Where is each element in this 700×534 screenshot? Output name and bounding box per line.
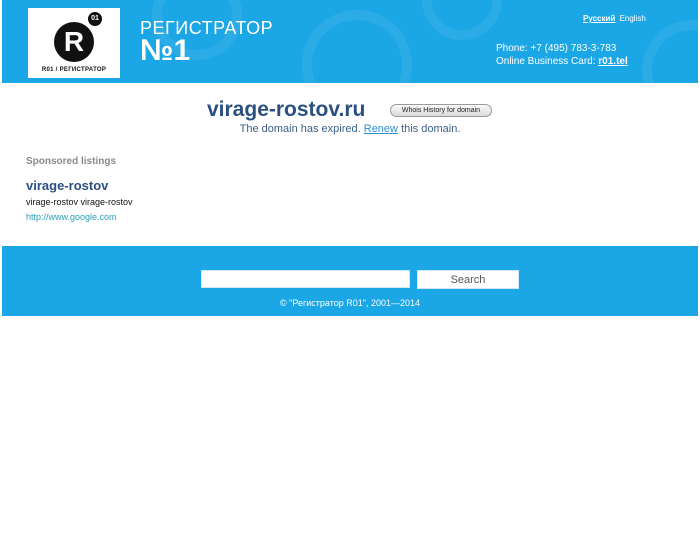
listing-description: virage-rostov virage-rostov	[26, 197, 133, 207]
expired-suffix: this domain.	[401, 123, 461, 135]
business-card-row: Online Business Card: r01.tel	[496, 55, 628, 68]
renew-link[interactable]: Renew	[364, 123, 398, 135]
expired-notice: The domain has expired. Renew this domai…	[0, 123, 700, 135]
brand-number: №1	[140, 34, 191, 67]
phone-number: Phone: +7 (495) 783-3-783	[496, 43, 617, 54]
decorative-circle	[642, 20, 698, 83]
logo-caption: R01 / РЕГИСТРАТОР	[41, 67, 107, 73]
lang-english-link[interactable]: English	[620, 14, 646, 23]
contact-info: Phone: +7 (495) 783-3-783 Online Busines…	[496, 42, 628, 68]
business-card-label: Online Business Card:	[496, 56, 596, 67]
lang-russian-link[interactable]: Русский	[583, 14, 615, 23]
registered-r-icon: R	[54, 22, 94, 62]
listing-title-link[interactable]: virage-rostov	[26, 178, 108, 193]
decorative-circle	[422, 0, 502, 40]
domain-title: virage-rostov.ru	[207, 98, 366, 121]
expired-text: The domain has expired.	[239, 123, 361, 135]
copyright-text: © "Регистратор R01", 2001—2014	[280, 298, 420, 308]
logo-badge: 01	[88, 12, 102, 26]
business-card-link[interactable]: r01.tel	[598, 56, 627, 67]
listing-url-link[interactable]: http://www.google.com	[26, 212, 117, 222]
decorative-circle	[302, 10, 412, 83]
domain-row: virage-rostov.ru Whois History for domai…	[0, 98, 700, 124]
whois-history-button[interactable]: Whois History for domain	[390, 104, 492, 117]
site-header: R 01 R01 / РЕГИСТРАТОР РЕГИСТРАТОР №1 Ру…	[2, 0, 698, 83]
search-button[interactable]: Search	[417, 270, 519, 289]
language-switcher: Русский English	[583, 14, 646, 23]
site-footer: Search © "Регистратор R01", 2001—2014	[2, 246, 698, 316]
sponsored-heading: Sponsored listings	[26, 156, 117, 167]
search-input[interactable]	[201, 270, 410, 288]
r01-logo[interactable]: R 01 R01 / РЕГИСТРАТОР	[28, 8, 120, 78]
